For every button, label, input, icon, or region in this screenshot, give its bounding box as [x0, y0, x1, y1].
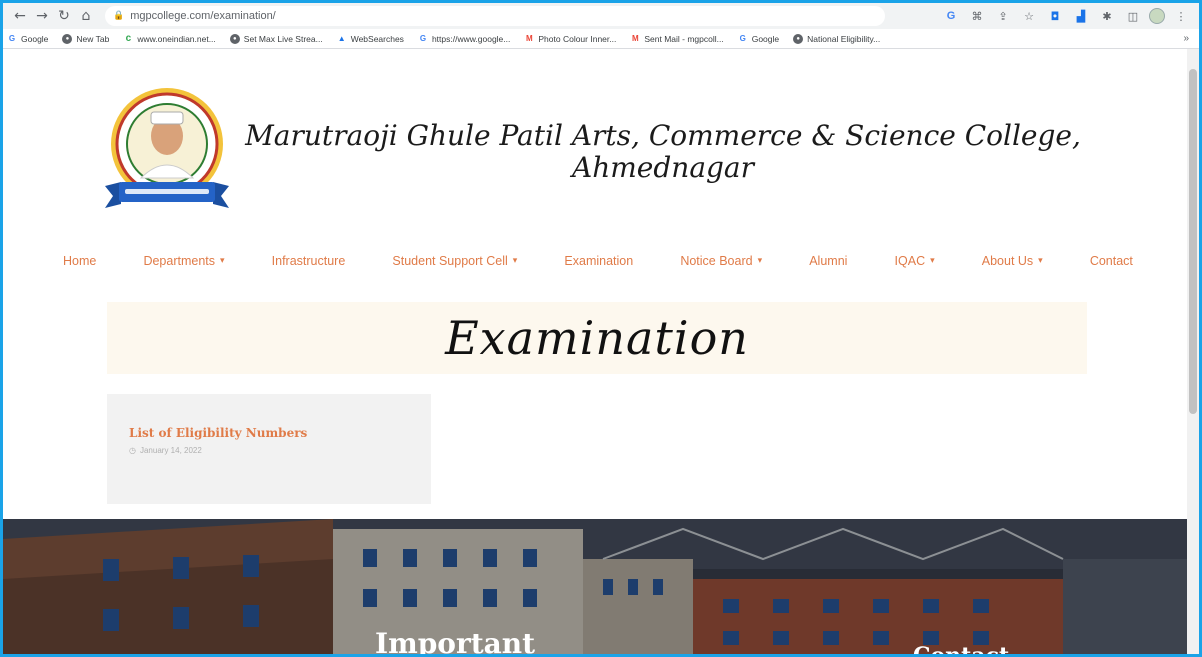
bookmark-star-icon[interactable]: ☆ [1019, 6, 1039, 26]
address-bar-url: mgpcollege.com/examination/ [130, 10, 276, 22]
google-icon: G [419, 34, 427, 43]
toolbar-actions: G ⌘ ⇪ ☆ ◘ ▟ ✱ ◫ ⋮ [935, 6, 1199, 26]
nav-about-us[interactable]: About Us ▾ [982, 254, 1043, 268]
post-card: List of Eligibility Numbers ◷ January 14… [107, 394, 431, 504]
nav-contact[interactable]: Contact [1090, 254, 1133, 268]
nav-examination[interactable]: Examination [564, 254, 633, 268]
clock-icon: ◷ [129, 446, 136, 455]
nav-notice-board[interactable]: Notice Board ▾ [680, 254, 762, 268]
scrollbar-thumb[interactable] [1189, 69, 1197, 414]
chevron-down-icon: ▾ [930, 256, 935, 266]
bookmark-item[interactable]: ▲ WebSearches [337, 34, 404, 44]
bookmark-item[interactable]: ● Set Max Live Strea... [229, 33, 323, 44]
google-lens-icon[interactable]: G [941, 6, 961, 26]
address-bar[interactable]: 🔒 mgpcollege.com/examination/ [105, 6, 885, 26]
website-content: Marutraoji Ghule Patil Arts, Commerce & … [3, 50, 1187, 657]
bookmark-item[interactable]: ● National Eligibility... [793, 33, 880, 44]
back-arrow-icon[interactable]: ← [9, 5, 31, 27]
college-logo[interactable] [101, 86, 243, 220]
menu-kebab-icon[interactable]: ⋮ [1171, 6, 1191, 26]
bookmark-item[interactable]: G Google [738, 34, 780, 44]
site-title[interactable]: Marutraoji Ghule Patil Arts, Commerce & … [223, 120, 1103, 184]
chevron-down-icon: ▾ [1038, 256, 1043, 266]
nav-student-support-cell[interactable]: Student Support Cell ▾ [392, 254, 517, 268]
bookmark-item[interactable]: G Google [7, 34, 49, 44]
extensions-puzzle-icon[interactable]: ✱ [1097, 6, 1117, 26]
side-panel-icon[interactable]: ◫ [1123, 6, 1143, 26]
site-title-line1: Marutraoji Ghule Patil Arts, Commerce & … [245, 119, 1081, 152]
page-scrollbar[interactable] [1187, 49, 1199, 654]
bookmark-item[interactable]: M Photo Colour Inner... [524, 34, 616, 44]
post-title-link[interactable]: List of Eligibility Numbers [129, 426, 409, 440]
photo-icon: ▲ [337, 34, 346, 43]
nav-departments[interactable]: Departments ▾ [143, 254, 224, 268]
extension-square-icon[interactable]: ◘ [1045, 6, 1065, 26]
home-icon[interactable]: ⌂ [75, 5, 97, 27]
site-title-line2: Ahmednagar [571, 151, 755, 184]
share-icon[interactable]: ⇪ [993, 6, 1013, 26]
google-icon: G [8, 34, 16, 43]
lock-icon: 🔒 [113, 11, 125, 21]
nav-alumni[interactable]: Alumni [809, 254, 847, 268]
footer-contact-heading: Contact [913, 643, 1010, 657]
main-navigation: Home Departments ▾ Infrastructure Student… [63, 254, 1133, 268]
gmail-icon: M [526, 34, 533, 43]
google-icon: G [739, 34, 746, 43]
nav-infrastructure[interactable]: Infrastructure [272, 254, 346, 268]
footer-photo-band: Important Contact [3, 519, 1187, 657]
nav-home[interactable]: Home [63, 254, 96, 268]
gmail-icon: M [632, 34, 639, 43]
chevron-down-icon: ▾ [512, 256, 518, 266]
bookmark-item[interactable]: M Sent Mail - mgpcoll... [630, 34, 724, 44]
page-title: Examination [445, 311, 749, 365]
globe-icon: ● [793, 33, 804, 44]
campus-building-image [3, 519, 1187, 654]
c-logo-icon: c [125, 33, 132, 44]
browser-toolbar: ← → ↻ ⌂ 🔒 mgpcollege.com/examination/ G … [3, 3, 1199, 29]
footer-important-heading: Important [375, 627, 536, 657]
bookmark-item[interactable]: c www.oneindian.net... [123, 33, 216, 44]
forward-arrow-icon[interactable]: → [31, 5, 53, 27]
chevron-down-icon: ▾ [220, 256, 225, 266]
bookmarks-bar: G Google ● New Tab c www.oneindian.net... ●… [3, 29, 1199, 49]
globe-icon: ● [229, 33, 240, 44]
bookmarks-overflow-icon[interactable]: » [1183, 33, 1189, 44]
reload-icon[interactable]: ↻ [53, 5, 75, 27]
page-title-banner: Examination [107, 302, 1087, 374]
post-date: ◷ January 14, 2022 [129, 446, 202, 455]
screenshot-frame: ← → ↻ ⌂ 🔒 mgpcollege.com/examination/ G … [0, 0, 1202, 657]
extension-printer-icon[interactable]: ▟ [1071, 6, 1091, 26]
bookmark-item[interactable]: Ghttps://www.google... [418, 34, 511, 44]
profile-avatar-icon[interactable] [1149, 8, 1165, 24]
bookmark-item[interactable]: ● New Tab [62, 33, 109, 44]
chevron-down-icon: ▾ [757, 256, 763, 266]
nav-iqac[interactable]: IQAC ▾ [895, 254, 935, 268]
globe-icon: ● [62, 33, 73, 44]
translate-icon[interactable]: ⌘ [967, 6, 987, 26]
